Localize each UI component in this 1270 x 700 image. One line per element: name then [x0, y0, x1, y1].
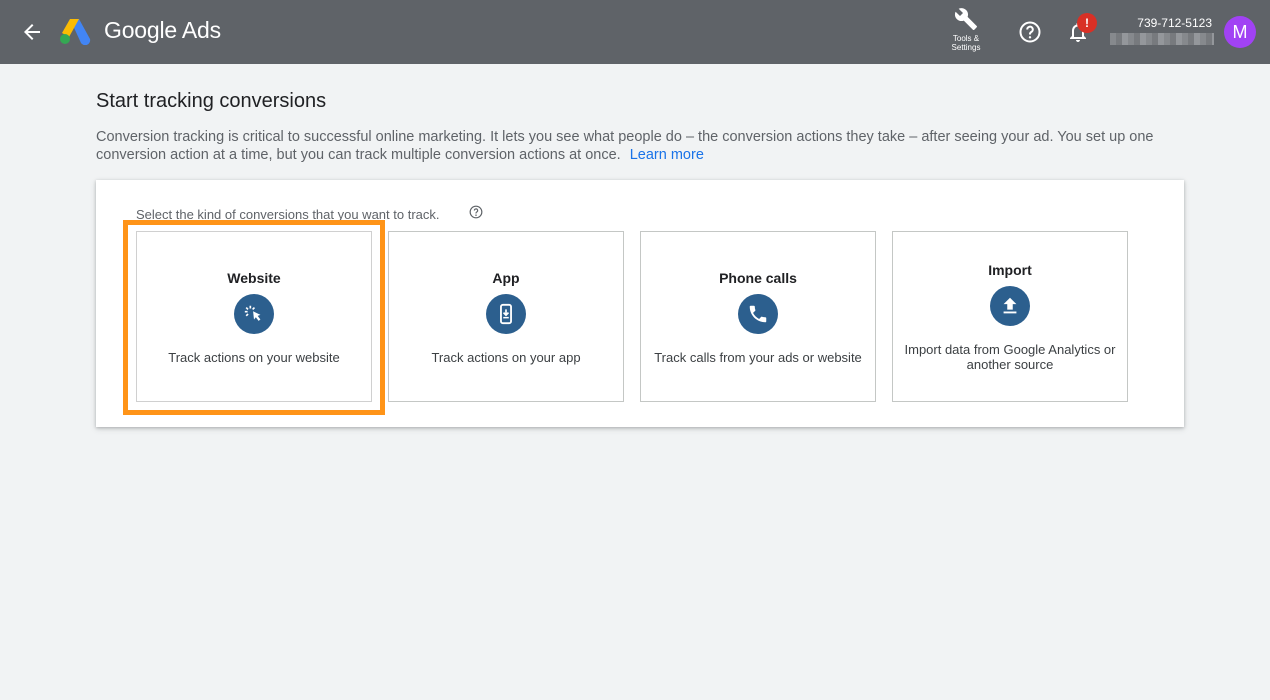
- option-title: Phone calls: [719, 270, 797, 286]
- help-icon[interactable]: [1018, 20, 1042, 44]
- back-arrow-icon[interactable]: [20, 20, 44, 44]
- upload-icon: [990, 286, 1030, 326]
- option-description: Track actions on your website: [168, 350, 340, 365]
- option-title: Import: [988, 262, 1032, 278]
- option-description: Track actions on your app: [431, 350, 581, 365]
- wrench-icon: [954, 8, 977, 30]
- option-import[interactable]: Import Import data from Google Analytics…: [892, 231, 1128, 402]
- notification-badge: !: [1077, 13, 1097, 33]
- phone-download-icon: [486, 294, 526, 334]
- intro-body: Conversion tracking is critical to succe…: [96, 129, 1154, 163]
- option-title: Website: [227, 270, 281, 286]
- option-website[interactable]: Website Track actions on your website: [136, 231, 372, 402]
- google-ads-logo: [60, 19, 91, 45]
- learn-more-link[interactable]: Learn more: [630, 147, 704, 163]
- phone-call-icon: [738, 294, 778, 334]
- select-prompt: Select the kind of conversions that you …: [136, 207, 440, 222]
- tools-settings-button[interactable]: Tools & Settings: [944, 7, 988, 57]
- option-app[interactable]: App Track actions on your app: [388, 231, 624, 402]
- conversion-type-card: Select the kind of conversions that you …: [96, 180, 1184, 427]
- option-description: Track calls from your ads or website: [654, 350, 862, 365]
- cursor-click-icon: [234, 294, 274, 334]
- account-id: 739-712-5123: [1137, 16, 1212, 30]
- intro-text: Conversion tracking is critical to succe…: [96, 128, 1176, 164]
- brand-name: Google Ads: [104, 17, 221, 43]
- page-title: Start tracking conversions: [96, 90, 327, 112]
- account-name-redacted: [1110, 33, 1214, 45]
- tools-settings-label: Tools & Settings: [951, 34, 981, 52]
- option-description: Import data from Google Analytics or ano…: [904, 342, 1116, 372]
- help-icon[interactable]: [469, 205, 483, 219]
- option-title: App: [492, 270, 520, 286]
- avatar[interactable]: M: [1224, 16, 1256, 48]
- option-phone-calls[interactable]: Phone calls Track calls from your ads or…: [640, 231, 876, 402]
- top-bar: Google Ads Tools & Settings ! 739-712-51…: [0, 0, 1270, 64]
